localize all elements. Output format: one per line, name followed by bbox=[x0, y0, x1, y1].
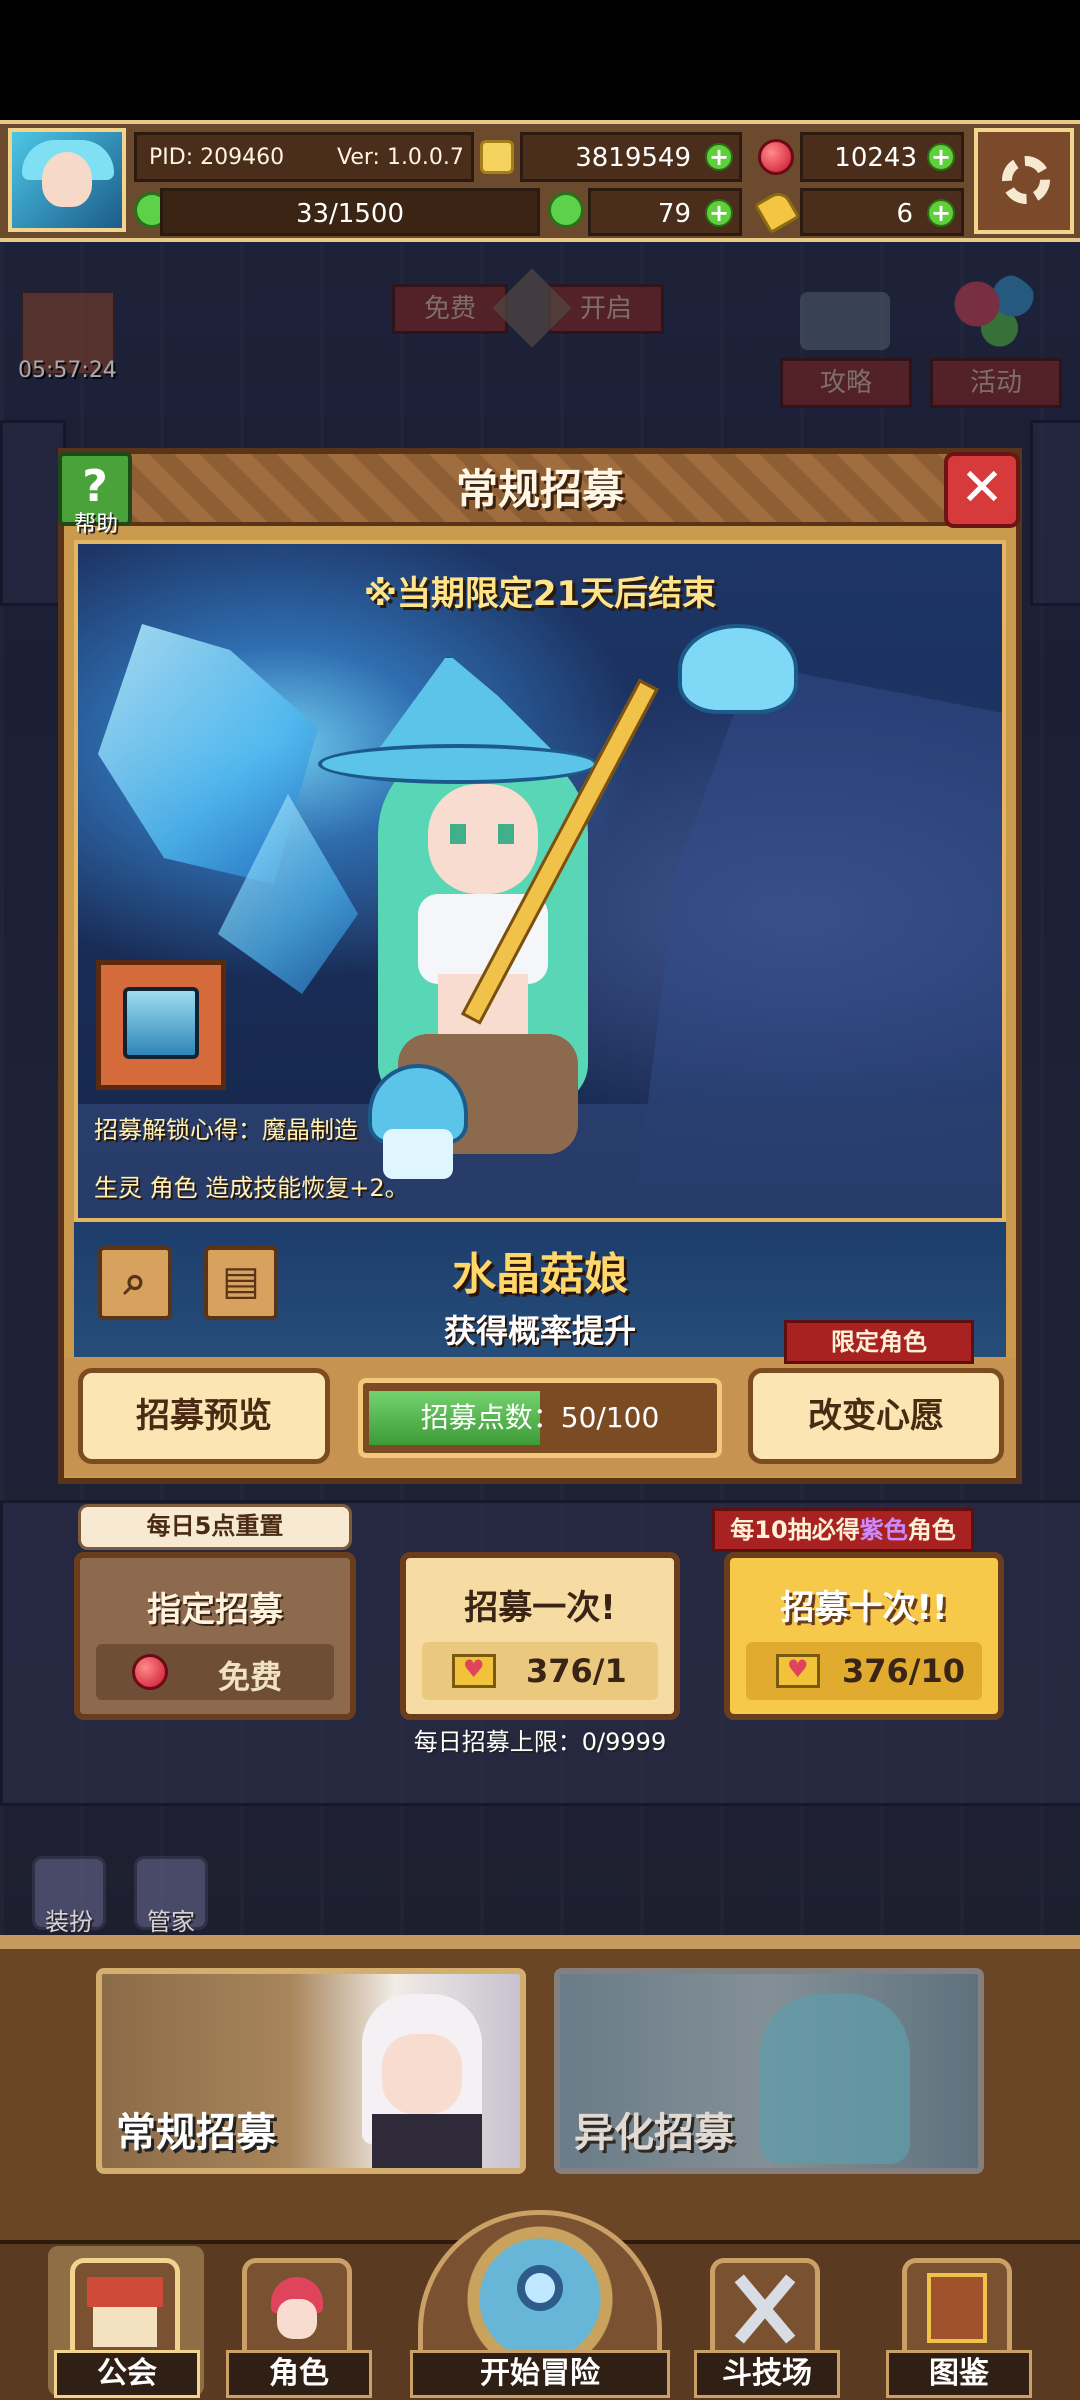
add-gold-plus-icon[interactable]: + bbox=[705, 143, 733, 171]
recruit-points-label: 招募点数： bbox=[420, 1401, 561, 1434]
daily-recruit-limit: 每日招募上限：0/9999 bbox=[413, 1728, 667, 1756]
recruit-preview-button[interactable]: 招募预览 bbox=[78, 1368, 330, 1464]
gold-box: 3819549 + bbox=[520, 132, 742, 182]
add-key-plus-icon[interactable]: + bbox=[927, 199, 955, 227]
magnifier-icon bbox=[517, 2265, 563, 2311]
tab-character-face bbox=[382, 2034, 462, 2114]
heart-ticket-icon bbox=[776, 1654, 820, 1688]
zoom-button[interactable]: ⌕ bbox=[98, 1246, 172, 1320]
recruit-ten-title: 招募十次!! bbox=[780, 1588, 948, 1628]
panel-trim bbox=[0, 1935, 1080, 1949]
recruit-points-text: 招募点数：50/100 bbox=[363, 1383, 717, 1453]
unlock-text: 招募解锁心得：魔晶制造 bbox=[94, 1116, 358, 1144]
red-orb-icon bbox=[132, 1654, 168, 1690]
featured-character-name: 水晶菇娘 bbox=[452, 1249, 628, 1300]
dressup-label: 装扮 bbox=[45, 1908, 93, 1936]
pid-box: PID: 209460 Ver: 1.0.0.7 bbox=[134, 132, 474, 182]
gold-amount: 3819549 bbox=[575, 143, 691, 173]
crossed-swords-icon bbox=[710, 2258, 820, 2358]
mutation-recruit-tab[interactable]: 异化招募 bbox=[554, 1968, 984, 2174]
designated-cost: 免费 bbox=[218, 1658, 283, 1696]
recruit-ten-cost: 376/10 bbox=[842, 1652, 966, 1690]
key-box: 6 + bbox=[800, 188, 964, 236]
magnifier-icon: ⌕ bbox=[123, 1258, 147, 1304]
question-mark-icon: ? bbox=[82, 461, 108, 512]
red-gem-icon bbox=[758, 139, 794, 175]
player-avatar[interactable] bbox=[8, 128, 126, 232]
stamina-bar: 33/1500 bbox=[160, 188, 540, 236]
book-cover bbox=[927, 2273, 987, 2343]
limited-time-notice: ※当期限定21天后结束 bbox=[363, 574, 717, 614]
stamina-value: 33/1500 bbox=[295, 199, 404, 229]
recruit-points-value: 50/100 bbox=[560, 1401, 660, 1434]
recruit-ten-button[interactable]: 招募十次!! 376/10 bbox=[724, 1552, 1004, 1720]
document-icon: ▤ bbox=[222, 1258, 260, 1304]
help-label: 帮助 bbox=[73, 512, 118, 537]
tab-mutation-character bbox=[760, 1994, 910, 2164]
designated-recruit-title: 指定招募 bbox=[147, 1590, 283, 1630]
limited-character-tag: 限定角色 bbox=[784, 1320, 974, 1364]
nav-codex-label: 图鉴 bbox=[886, 2350, 1032, 2398]
recruit-once-title: 招募一次! bbox=[464, 1588, 616, 1628]
guarantee-color-word: 紫色 bbox=[859, 1516, 908, 1544]
game-version: Ver: 1.0.0.7 bbox=[337, 145, 464, 170]
recruit-once-cost: 376/1 bbox=[526, 1652, 627, 1690]
clover-icon bbox=[548, 192, 584, 228]
recruit-points-bar: 招募点数：50/100 bbox=[358, 1378, 722, 1458]
normal-recruit-tab[interactable]: 常规招募 bbox=[96, 1968, 526, 2174]
guarantee-prefix: 每10抽必得 bbox=[730, 1516, 860, 1544]
add-clover-plus-icon[interactable]: + bbox=[705, 199, 733, 227]
crystal-machine-icon bbox=[123, 987, 199, 1059]
player-id: PID: 209460 bbox=[149, 145, 285, 170]
heart-ticket-icon bbox=[452, 1654, 496, 1688]
details-button[interactable]: ▤ bbox=[204, 1246, 278, 1320]
guarantee-suffix: 角色 bbox=[907, 1516, 956, 1544]
mutation-recruit-tab-label: 异化招募 bbox=[574, 2110, 734, 2156]
tab-character-outfit bbox=[372, 2114, 482, 2168]
skill-unlock-icon[interactable] bbox=[96, 960, 226, 1090]
gem-box: 10243 + bbox=[800, 132, 964, 182]
nav-adventure-label: 开始冒险 bbox=[410, 2350, 670, 2398]
gold-coin-icon bbox=[480, 140, 514, 174]
character-icon bbox=[242, 2258, 352, 2358]
nav-character-label: 角色 bbox=[226, 2350, 372, 2398]
house-roof bbox=[87, 2277, 163, 2307]
recruit-once-button[interactable]: 招募一次! 376/1 bbox=[400, 1552, 680, 1720]
change-wish-button[interactable]: 改变心愿 bbox=[748, 1368, 1004, 1464]
witch-eye-right bbox=[498, 824, 514, 844]
character-face bbox=[277, 2299, 317, 2339]
gem-amount: 10243 bbox=[834, 143, 917, 173]
house-wall bbox=[93, 2307, 157, 2347]
witch-face bbox=[428, 784, 538, 894]
add-gem-plus-icon[interactable]: + bbox=[927, 143, 955, 171]
designated-recruit-button[interactable]: 指定招募 免费 bbox=[74, 1552, 356, 1720]
settings-button[interactable] bbox=[974, 128, 1074, 234]
butler-label: 管家 bbox=[147, 1908, 195, 1936]
skill-text: 生灵 角色 造成技能恢复+2。 bbox=[94, 1174, 409, 1202]
modal-title: 常规招募 bbox=[455, 465, 624, 514]
rate-up-label: 获得概率提升 bbox=[443, 1312, 636, 1350]
daily-reset-tag: 每日5点重置 bbox=[78, 1504, 352, 1550]
clover-box: 79 + bbox=[588, 188, 742, 236]
key-amount: 6 bbox=[896, 199, 913, 229]
close-button[interactable]: ✕ bbox=[944, 452, 1020, 528]
nav-guild-label: 公会 bbox=[54, 2350, 200, 2398]
clover-amount: 79 bbox=[657, 199, 691, 229]
normal-recruit-tab-label: 常规招募 bbox=[116, 2110, 276, 2156]
witch-hat-brim bbox=[318, 744, 598, 784]
status-bar bbox=[0, 0, 1080, 120]
codex-book-icon bbox=[902, 2258, 1012, 2358]
witch-eye-left bbox=[450, 824, 466, 844]
gear-icon bbox=[1002, 156, 1050, 204]
nav-arena-label: 斗技场 bbox=[694, 2350, 840, 2398]
staff-orb bbox=[678, 624, 798, 714]
close-icon: ✕ bbox=[960, 458, 1004, 518]
guild-house-icon bbox=[70, 2258, 180, 2358]
guarantee-banner: 每10抽必得紫色角色 bbox=[712, 1508, 974, 1552]
avatar-face bbox=[42, 152, 92, 207]
